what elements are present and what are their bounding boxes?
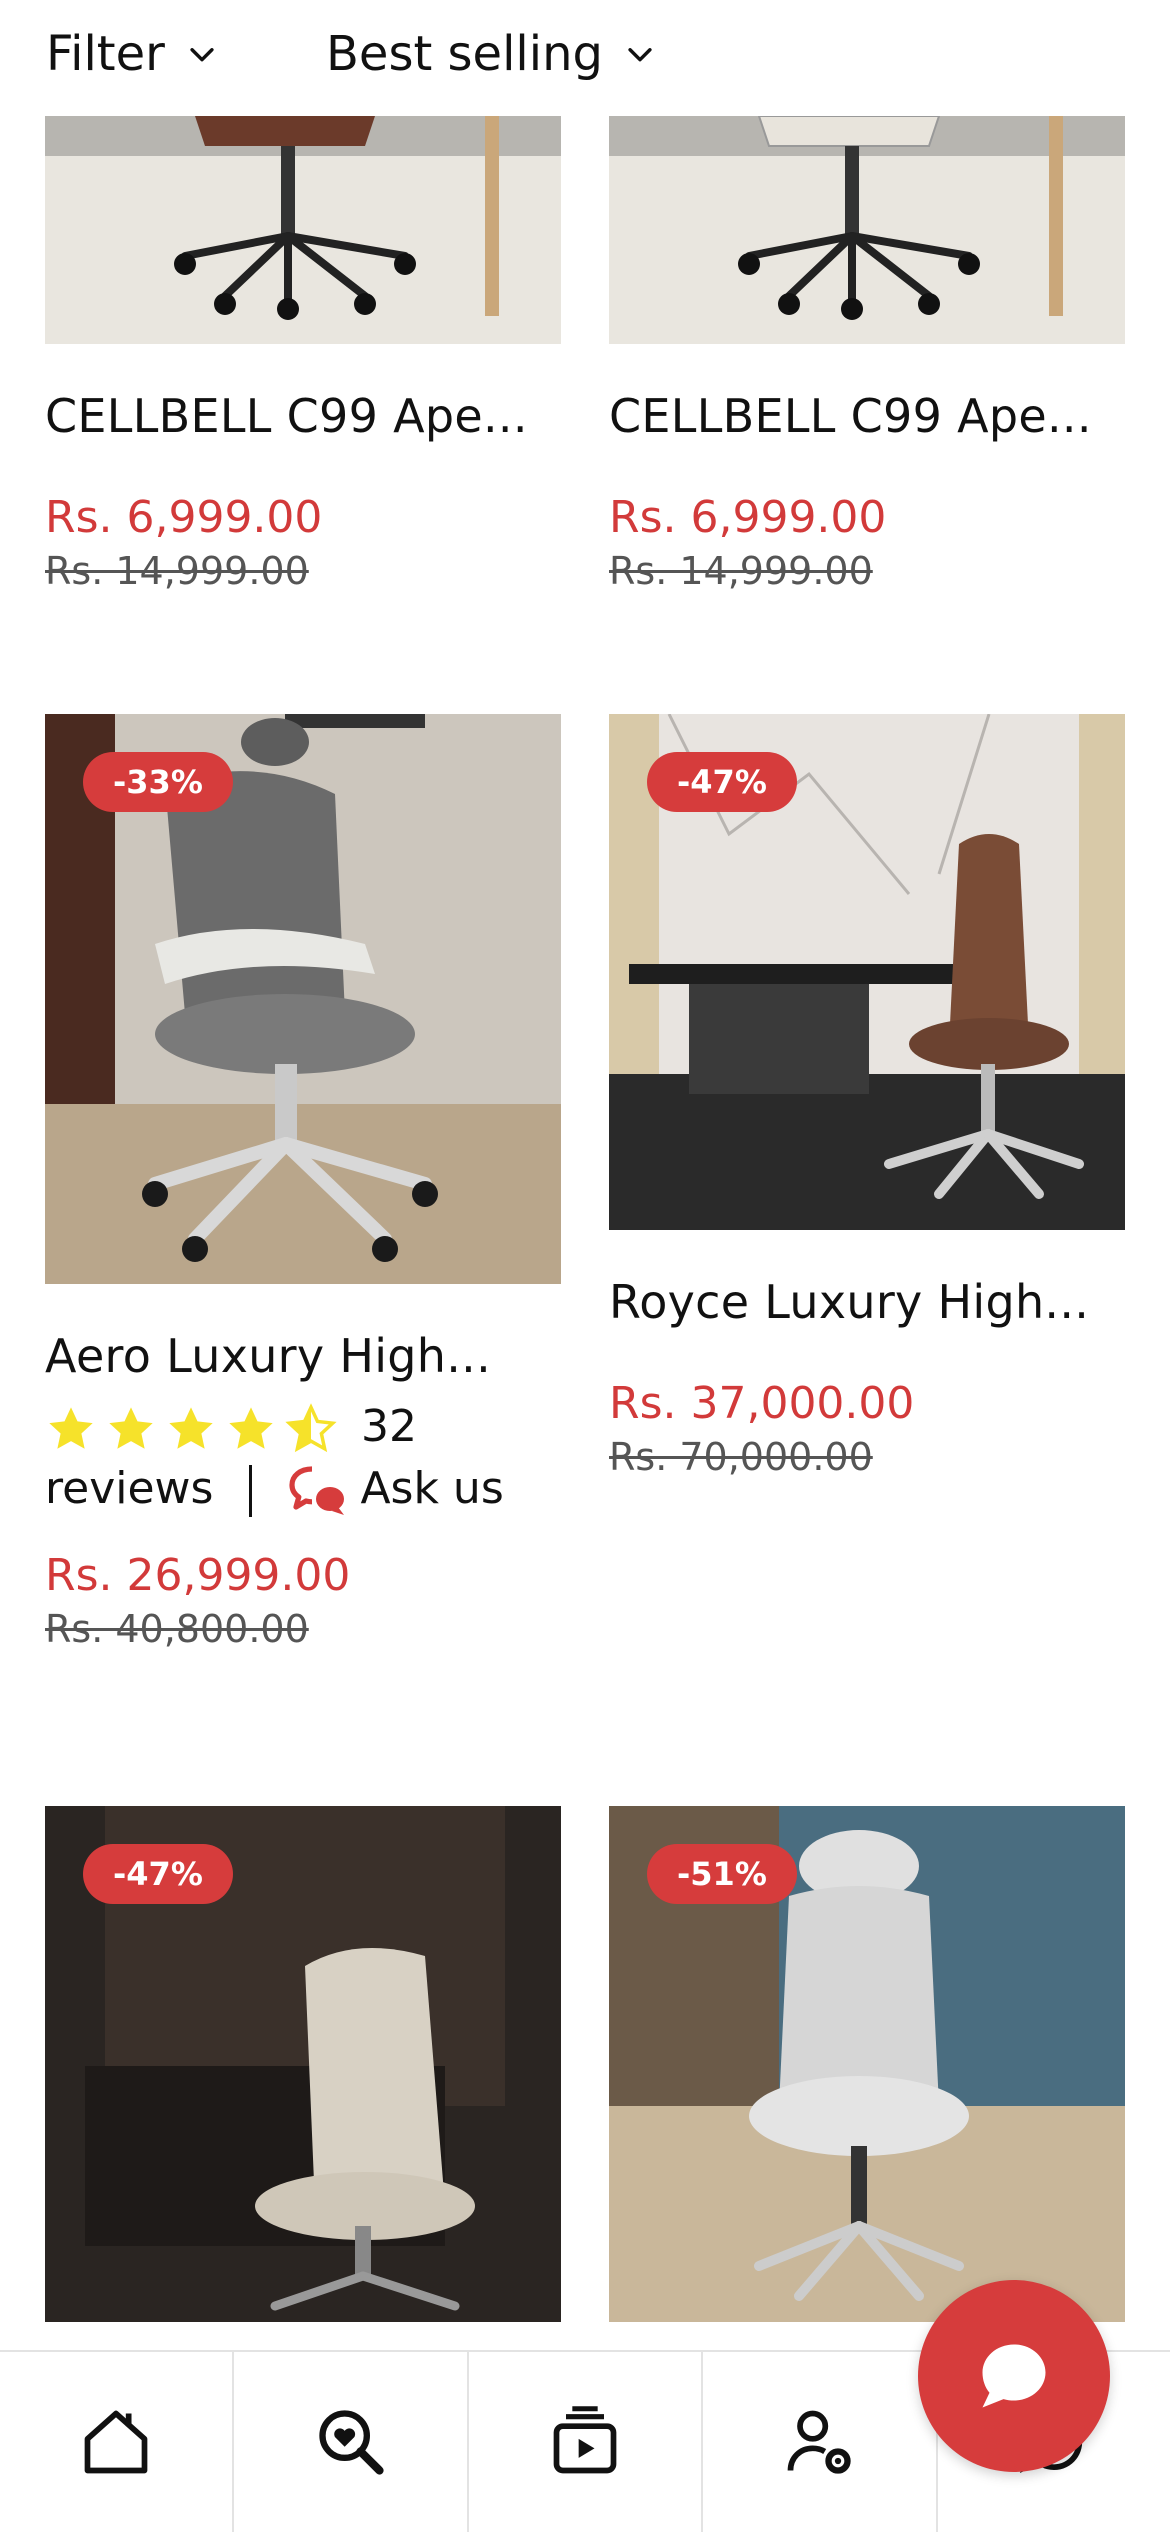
product-price: Rs. 37,000.00 <box>609 1378 915 1429</box>
compare-price: Rs. 70,000.00 <box>609 1435 873 1479</box>
product-image[interactable]: -47% <box>609 714 1125 1230</box>
divider <box>249 1465 253 1517</box>
discount-badge: -33% <box>83 752 233 812</box>
chair-image <box>45 116 561 344</box>
discount-badge: -51% <box>647 1844 797 1904</box>
discount-badge: -47% <box>647 752 797 812</box>
sort-button[interactable]: Best selling <box>326 26 657 82</box>
review-count: 32 <box>361 1401 417 1452</box>
product-image[interactable]: -33% <box>45 714 561 1284</box>
filter-label: Filter <box>46 26 165 82</box>
chat-fab-button[interactable] <box>918 2280 1110 2472</box>
ask-us-link[interactable]: Ask us <box>288 1463 504 1515</box>
compare-price: Rs. 40,800.00 <box>45 1607 309 1651</box>
product-price: Rs. 6,999.00 <box>45 492 323 543</box>
product-image[interactable] <box>45 116 561 344</box>
product-card[interactable]: -47% Royce Luxury High... Rs. 37,000.00 … <box>609 714 1125 1482</box>
filter-button[interactable]: Filter <box>46 26 219 82</box>
product-price: Rs. 6,999.00 <box>609 492 887 543</box>
account-settings-icon <box>788 2410 852 2474</box>
half-star-icon <box>285 1403 337 1453</box>
chat-bubble-icon <box>982 2344 1046 2408</box>
product-card[interactable]: -33% Aero Luxury High... 32 reviews Ask … <box>45 714 561 1654</box>
chevron-down-icon <box>628 48 652 62</box>
compare-price: Rs. 14,999.00 <box>45 549 309 593</box>
chat-bubbles-icon <box>289 1466 345 1515</box>
nav-videos[interactable] <box>469 2352 704 2532</box>
reviews-label[interactable]: reviews <box>45 1463 213 1514</box>
product-image[interactable] <box>609 116 1125 344</box>
compare-price: Rs. 14,999.00 <box>609 549 873 593</box>
chair-image <box>609 116 1125 344</box>
home-icon <box>84 2410 148 2474</box>
star-icon <box>49 1407 93 1449</box>
star-icon <box>109 1407 153 1449</box>
search-heart-icon <box>318 2410 384 2475</box>
nav-search[interactable] <box>234 2352 469 2532</box>
filter-bar: Filter Best selling <box>0 0 1170 116</box>
nav-account[interactable] <box>703 2352 938 2532</box>
product-title[interactable]: Royce Luxury High... <box>609 1274 1125 1330</box>
nav-home[interactable] <box>0 2352 235 2532</box>
product-title[interactable]: CELLBELL C99 Ape... <box>45 388 561 444</box>
chevron-down-icon <box>190 48 214 62</box>
product-card[interactable]: -47% <box>45 1806 561 2322</box>
product-card[interactable]: CELLBELL C99 Ape... Rs. 6,999.00 Rs. 14,… <box>45 116 561 596</box>
product-card[interactable]: -51% <box>609 1806 1125 2322</box>
product-title[interactable]: Aero Luxury High... <box>45 1328 561 1384</box>
product-price: Rs. 26,999.00 <box>45 1550 351 1601</box>
star-rating <box>45 1403 337 1455</box>
product-card[interactable]: CELLBELL C99 Ape... Rs. 6,999.00 Rs. 14,… <box>609 116 1125 596</box>
discount-badge: -47% <box>83 1844 233 1904</box>
ask-us-label: Ask us <box>360 1463 504 1514</box>
product-image[interactable]: -47% <box>45 1806 561 2322</box>
star-icon <box>169 1407 213 1449</box>
star-icon <box>229 1407 273 1449</box>
sort-label: Best selling <box>326 26 603 82</box>
rating-row: 32 reviews Ask us <box>45 1396 561 1520</box>
video-icon <box>553 2406 617 2474</box>
product-image[interactable]: -51% <box>609 1806 1125 2322</box>
product-title[interactable]: CELLBELL C99 Ape... <box>609 388 1125 444</box>
